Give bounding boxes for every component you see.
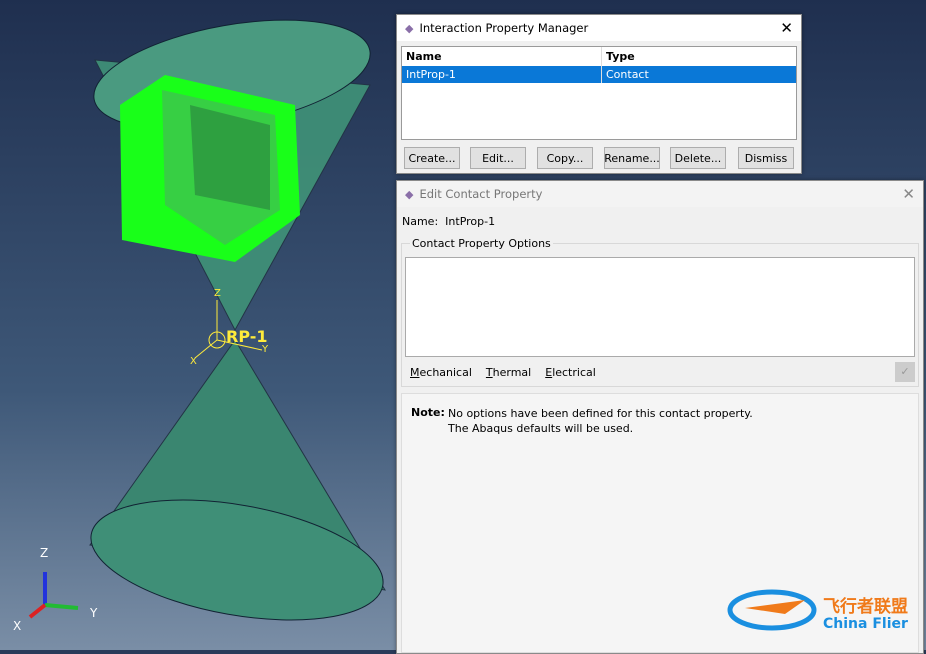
cell-type: Contact bbox=[606, 68, 649, 81]
create-button[interactable]: Create... bbox=[404, 147, 460, 169]
dialog-title: Interaction Property Manager bbox=[419, 21, 589, 35]
delete-option-icon[interactable]: ✓ bbox=[895, 362, 915, 382]
local-y-label: Y bbox=[261, 344, 269, 355]
abaqus-icon: ◆ bbox=[405, 21, 414, 35]
cell-name: IntProp-1 bbox=[402, 66, 602, 83]
abaqus-icon: ◆ bbox=[405, 187, 414, 201]
menu-bar: Mechanical Thermal Electrical bbox=[410, 366, 596, 379]
name-value: IntProp-1 bbox=[445, 215, 496, 228]
name-label: Name: bbox=[402, 215, 439, 228]
global-x-label: X bbox=[13, 619, 21, 633]
name-row: Name: IntProp-1 bbox=[402, 215, 495, 228]
edit-button[interactable]: Edit... bbox=[470, 147, 526, 169]
local-x-label: X bbox=[190, 356, 197, 367]
group-label: Contact Property Options bbox=[410, 237, 553, 250]
lower-cone bbox=[89, 339, 386, 621]
delete-button[interactable]: Delete... bbox=[670, 147, 726, 169]
note-label: Note: bbox=[411, 406, 445, 419]
plane-logo-icon bbox=[727, 589, 817, 631]
global-z-label: Z bbox=[40, 546, 48, 560]
copy-button[interactable]: Copy... bbox=[537, 147, 593, 169]
column-header-name[interactable]: Name bbox=[402, 47, 602, 66]
rename-button[interactable]: Rename... bbox=[604, 147, 660, 169]
title-bar[interactable]: ◆ Interaction Property Manager bbox=[397, 15, 801, 41]
close-icon[interactable]: ✕ bbox=[780, 19, 793, 37]
column-header-type[interactable]: Type bbox=[602, 50, 635, 63]
selected-block bbox=[120, 75, 300, 262]
table-row[interactable]: IntProp-1 Contact bbox=[402, 66, 796, 83]
title-bar[interactable]: ◆ Edit Contact Property bbox=[397, 181, 923, 207]
menu-electrical[interactable]: Electrical bbox=[545, 366, 596, 379]
dismiss-button[interactable]: Dismiss bbox=[738, 147, 794, 169]
property-table: Name Type IntProp-1 Contact bbox=[401, 46, 797, 140]
watermark-logo: 飞行者联盟 China Flier bbox=[725, 578, 925, 638]
menu-mechanical[interactable]: Mechanical bbox=[410, 366, 472, 379]
note-text: No options have been defined for this co… bbox=[448, 407, 753, 435]
interaction-property-manager: ◆ Interaction Property Manager ✕ Name Type… bbox=[396, 14, 802, 174]
local-z-label: Z bbox=[214, 288, 221, 299]
close-icon[interactable]: ✕ bbox=[902, 185, 915, 203]
global-triad-icon bbox=[28, 572, 79, 619]
dialog-title: Edit Contact Property bbox=[419, 187, 543, 201]
options-group: Contact Property Options Mechanical Ther… bbox=[401, 237, 919, 387]
options-list[interactable] bbox=[405, 257, 915, 357]
menu-thermal[interactable]: Thermal bbox=[486, 366, 531, 379]
global-y-label: Y bbox=[89, 606, 98, 620]
